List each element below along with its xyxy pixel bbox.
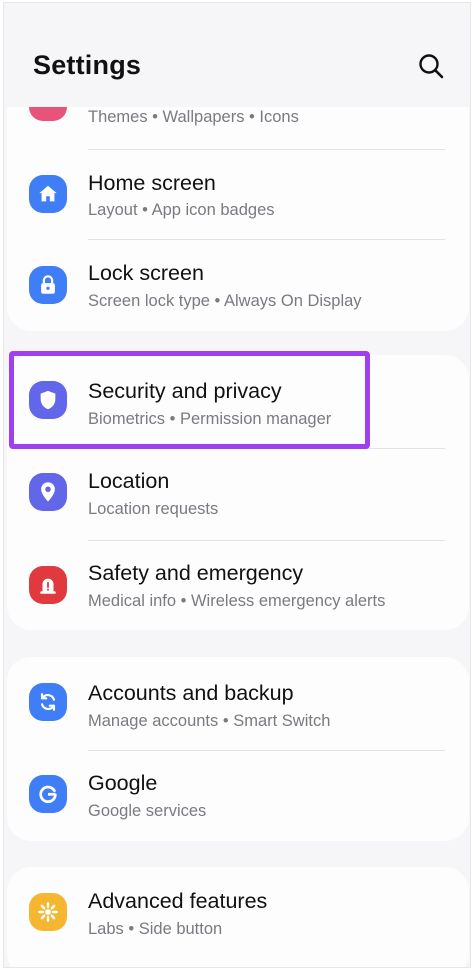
settings-item-title: Lock screen (88, 261, 204, 285)
settings-item-title: Home screen (88, 171, 216, 195)
settings-item-title: Location (88, 469, 170, 493)
settings-item-subtitle: Screen lock type • Always On Display (88, 292, 362, 310)
settings-item-subtitle: Manage accounts • Smart Switch (88, 712, 331, 730)
settings-group-accounts: Accounts and backup Manage accounts • Sm… (7, 657, 469, 841)
settings-item-subtitle: Themes • Wallpapers • Icons (88, 108, 299, 126)
settings-item-google[interactable]: Google Google services (7, 751, 469, 841)
settings-item-subtitle: Layout • App icon badges (88, 201, 275, 219)
app-bar: Settings (4, 3, 470, 107)
settings-item-title: Google (88, 771, 158, 795)
settings-item-safety-and-emergency[interactable]: Safety and emergency Medical info • Wire… (7, 541, 469, 630)
location-pin-icon (29, 473, 67, 511)
settings-item-subtitle: Labs • Side button (88, 920, 223, 938)
advanced-features-icon (29, 893, 67, 931)
settings-item-title: Safety and emergency (88, 561, 304, 585)
settings-item-advanced-features[interactable]: Advanced features Labs • Side button (7, 867, 469, 959)
settings-item-security-and-privacy[interactable]: Security and privacy Biometrics • Permis… (7, 355, 469, 447)
google-icon (29, 775, 67, 813)
settings-group-advanced: Advanced features Labs • Side button (7, 867, 469, 967)
home-icon (29, 175, 67, 213)
search-button[interactable] (416, 51, 446, 81)
emergency-alert-icon (29, 566, 67, 604)
settings-group-display: Themes • Wallpapers • Icons Home screen … (7, 87, 469, 331)
settings-item-title: Advanced features (88, 889, 268, 913)
settings-item-home-screen[interactable]: Home screen Layout • App icon badges (7, 150, 469, 240)
settings-group-security: Security and privacy Biometrics • Permis… (7, 355, 469, 630)
settings-item-accounts-and-backup[interactable]: Accounts and backup Manage accounts • Sm… (7, 657, 469, 749)
settings-item-lock-screen[interactable]: Lock screen Screen lock type • Always On… (7, 240, 469, 331)
shield-icon (29, 381, 67, 419)
settings-item-subtitle: Biometrics • Permission manager (88, 410, 332, 428)
settings-item-subtitle: Medical info • Wireless emergency alerts (88, 592, 386, 610)
search-icon (419, 54, 444, 79)
settings-item-subtitle: Location requests (88, 500, 219, 518)
settings-item-subtitle: Google services (88, 802, 207, 820)
settings-item-title: Accounts and backup (88, 681, 294, 705)
settings-item-title: Security and privacy (88, 379, 282, 403)
page-title: Settings (33, 50, 142, 80)
settings-item-location[interactable]: Location Location requests (7, 449, 469, 539)
sync-icon (29, 683, 67, 721)
settings-screen: Themes • Wallpapers • Icons Home screen … (3, 2, 471, 968)
lock-icon (29, 266, 67, 304)
